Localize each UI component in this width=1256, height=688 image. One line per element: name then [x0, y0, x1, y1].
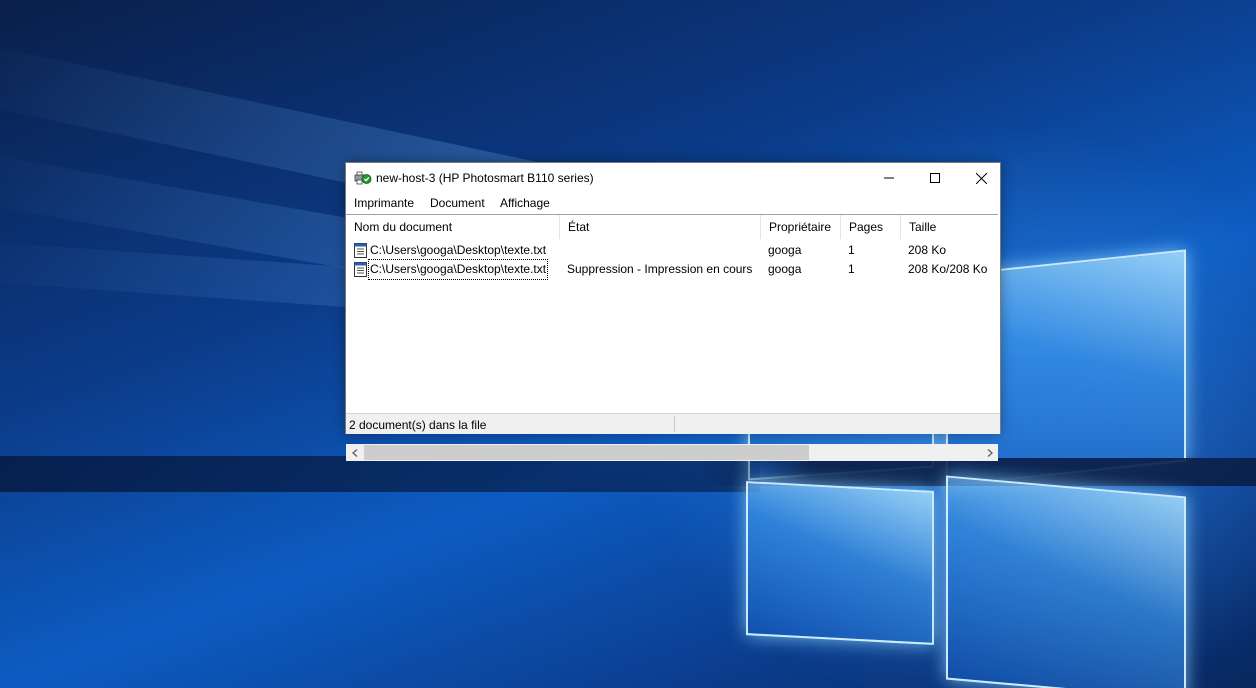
menu-imprimante[interactable]: Imprimante	[354, 196, 414, 210]
text-document-icon	[354, 243, 367, 258]
document-owner: googa	[768, 243, 802, 257]
window-title: new-host-3 (HP Photosmart B110 series)	[376, 171, 594, 185]
title-bar[interactable]: new-host-3 (HP Photosmart B110 series)	[346, 163, 1000, 193]
maximize-button[interactable]	[912, 163, 958, 193]
document-status: Suppression - Impression en cours	[567, 262, 753, 276]
chevron-left-icon	[351, 448, 357, 457]
maximize-icon	[930, 173, 940, 183]
status-text: 2 document(s) dans la file	[349, 418, 487, 432]
column-header-size[interactable]: Taille	[901, 215, 998, 239]
desktop-shadow-band	[0, 456, 760, 492]
document-size: 208 Ko	[908, 243, 947, 257]
document-pages: 1	[848, 243, 855, 257]
windows-logo-pane	[746, 481, 934, 645]
scrollbar-thumb[interactable]	[364, 445, 809, 460]
document-list[interactable]: Nom du document État Propriétaire Pages …	[346, 214, 998, 461]
column-header-pages[interactable]: Pages	[841, 215, 901, 239]
document-size: 208 Ko/208 Ko	[908, 262, 988, 276]
document-pages: 1	[848, 262, 855, 276]
scroll-left-button[interactable]	[346, 444, 363, 461]
table-row[interactable]: C:\Users\googa\Desktop\texte.txt Suppres…	[346, 259, 998, 280]
column-header-owner[interactable]: Propriétaire	[761, 215, 841, 239]
printer-icon	[354, 171, 372, 185]
minimize-button[interactable]	[866, 163, 912, 193]
text-document-icon	[354, 262, 367, 277]
print-queue-window[interactable]: new-host-3 (HP Photosmart B110 series) I…	[345, 162, 1001, 461]
menu-affichage[interactable]: Affichage	[500, 196, 550, 210]
column-header-status[interactable]: État	[560, 215, 761, 239]
column-header-row: Nom du document État Propriétaire Pages …	[346, 215, 998, 239]
close-button[interactable]	[958, 163, 1004, 193]
minimize-icon	[884, 177, 894, 179]
column-header-document-name[interactable]: Nom du document	[346, 215, 560, 239]
status-bar: 2 document(s) dans la file	[346, 413, 1000, 434]
status-divider	[674, 416, 675, 432]
close-icon	[975, 172, 987, 184]
horizontal-scrollbar[interactable]	[346, 444, 998, 461]
document-name: C:\Users\googa\Desktop\texte.txt	[367, 259, 549, 280]
chevron-right-icon	[987, 448, 993, 457]
document-name: C:\Users\googa\Desktop\texte.txt	[370, 243, 547, 257]
document-owner: googa	[768, 262, 802, 276]
menu-bar: Imprimante Document Affichage	[346, 193, 1000, 213]
scroll-right-button[interactable]	[981, 444, 998, 461]
menu-document[interactable]: Document	[430, 196, 485, 210]
windows-logo-pane	[946, 475, 1186, 688]
table-row[interactable]: C:\Users\googa\Desktop\texte.txt googa 1…	[346, 241, 998, 260]
